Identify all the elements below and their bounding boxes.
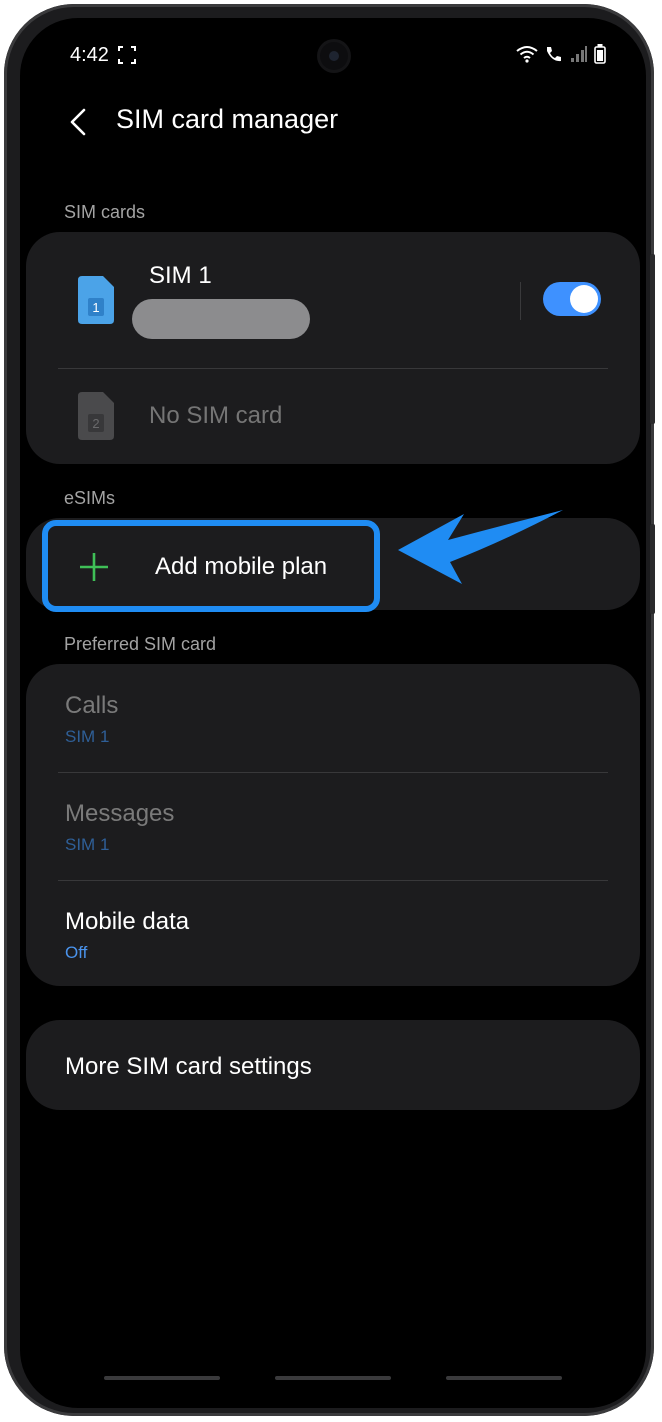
section-label-preferred: Preferred SIM card [64,634,217,654]
divider [58,880,608,881]
mobile-data-value: Off [65,943,88,962]
pointer-arrow-icon [398,510,563,584]
divider [58,772,608,773]
sim1-toggle[interactable] [543,282,601,316]
no-sim-label: No SIM card [149,402,283,429]
add-mobile-plan-label: Add mobile plan [155,553,328,580]
messages-title: Messages [65,800,175,827]
back-arrow-icon[interactable] [62,104,98,140]
sim-card-icon: 1 [78,276,114,324]
calls-value: SIM 1 [65,727,110,746]
volume-button [650,254,655,424]
mobile-data-title: Mobile data [65,908,190,935]
screen: 4:42 SIM card manager SIM cards 1 SIM 1 … [20,18,646,1408]
calls-title: Calls [65,692,119,719]
status-time: 4:42 [70,44,109,66]
vertical-separator [520,282,521,320]
sim-card-icon: 2 [78,392,114,440]
sim1-number-redacted [132,299,310,339]
plus-icon [80,553,108,581]
signal-icon [571,46,587,62]
svg-text:2: 2 [92,416,99,431]
nav-bar-segment [104,1376,220,1380]
wifi-calling-icon [547,47,561,62]
sim-cards-card [26,232,640,464]
nav-bar-segment [275,1376,391,1380]
sim1-name: SIM 1 [149,262,212,289]
power-button [650,524,655,614]
wifi-icon [516,46,538,63]
messages-value: SIM 1 [65,835,110,854]
divider [58,368,608,369]
front-camera [320,42,348,70]
screenshot-icon [118,46,136,64]
section-label-esims: eSIMs [64,488,116,508]
nav-bar-segment [446,1376,562,1380]
page-title: SIM card manager [116,104,339,134]
svg-text:1: 1 [92,300,99,315]
section-label-sim-cards: SIM cards [64,202,146,222]
phone-frame: 4:42 SIM card manager SIM cards 1 SIM 1 … [4,4,655,1416]
battery-icon [594,44,606,64]
more-sim-settings-label: More SIM card settings [65,1053,312,1080]
status-icons [516,44,606,64]
